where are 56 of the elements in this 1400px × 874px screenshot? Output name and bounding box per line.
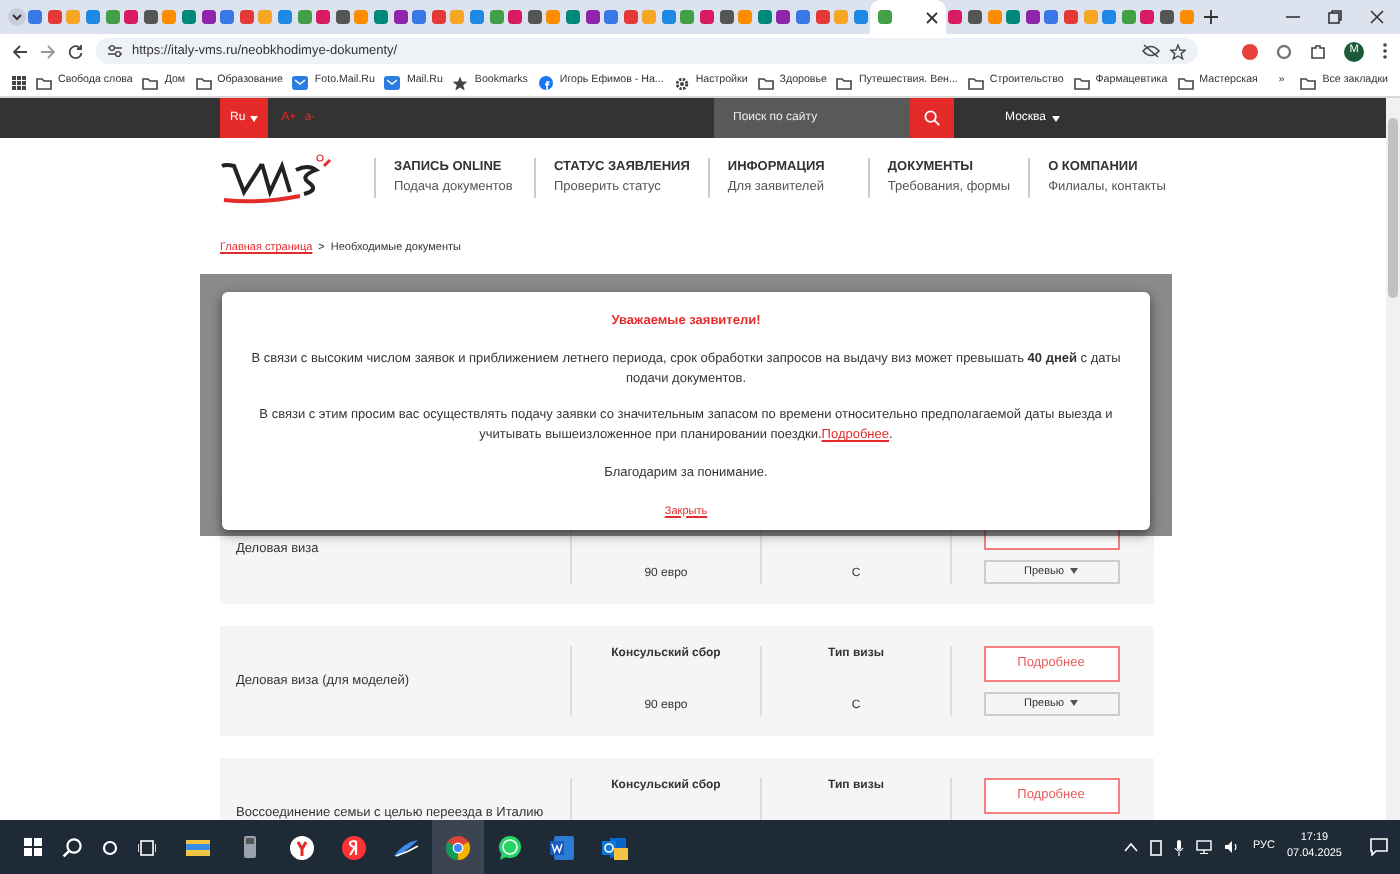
mail-icon [384,75,401,89]
mail-icon [292,75,309,89]
new-tab-icon[interactable] [1203,10,1218,24]
task-view-icon[interactable] [138,839,156,855]
caret-icon [249,115,258,121]
folder-icon [1177,75,1194,89]
search-button[interactable] [909,98,954,138]
settings-icon [673,75,690,89]
search-icon [923,110,940,126]
folder-icon [836,75,853,89]
circle-icon[interactable] [102,839,118,855]
facebook-icon [537,75,554,89]
reload-icon[interactable] [68,43,84,59]
scrollbar-track[interactable] [1386,98,1400,820]
word-icon [548,833,576,861]
eye-off-icon[interactable] [1142,44,1160,58]
folder-icon [967,75,984,89]
yandex-icon [340,833,368,861]
folder-icon [36,75,52,89]
folder-icon [757,75,774,89]
caret-icon [1069,700,1078,707]
back-icon[interactable] [12,43,28,59]
microphone-icon[interactable] [1174,839,1185,855]
search-icon[interactable] [62,837,82,857]
extension-circle-icon[interactable] [1276,43,1292,59]
mail-app-icon [600,833,628,861]
windows-icon[interactable] [24,838,42,856]
folder-icon [195,75,212,89]
apps-grid-icon[interactable] [12,75,26,89]
restore-icon[interactable] [1328,10,1342,24]
star-icon[interactable] [1170,43,1186,59]
star-icon [452,75,469,89]
caret-icon [1069,568,1078,575]
speaker-icon[interactable] [1224,840,1241,854]
adblock-icon[interactable] [1242,43,1258,59]
folder-icon [1300,75,1317,89]
chrome-icon [444,833,472,861]
puzzle-icon[interactable] [1310,43,1326,59]
notification-icon[interactable] [1370,838,1388,856]
folder-icon [1073,75,1090,89]
device-icon[interactable] [1150,839,1163,855]
menu-icon[interactable] [1382,42,1388,60]
vms-logo[interactable] [220,150,332,206]
tune-icon[interactable] [108,44,122,58]
close-icon[interactable] [1370,10,1384,24]
chevron-up-icon[interactable] [1124,842,1139,852]
chat-bubble-icon [496,833,524,861]
close-icon[interactable] [926,11,939,23]
minimize-icon[interactable] [1286,10,1300,24]
yandex-browser-icon [288,833,316,861]
folder-icon [142,75,159,89]
forward-icon[interactable] [40,43,56,59]
tab-list-icon[interactable] [8,8,26,26]
caret-icon [1052,115,1060,121]
network-icon[interactable] [1196,840,1213,854]
scrollbar-thumb[interactable] [1388,118,1398,298]
